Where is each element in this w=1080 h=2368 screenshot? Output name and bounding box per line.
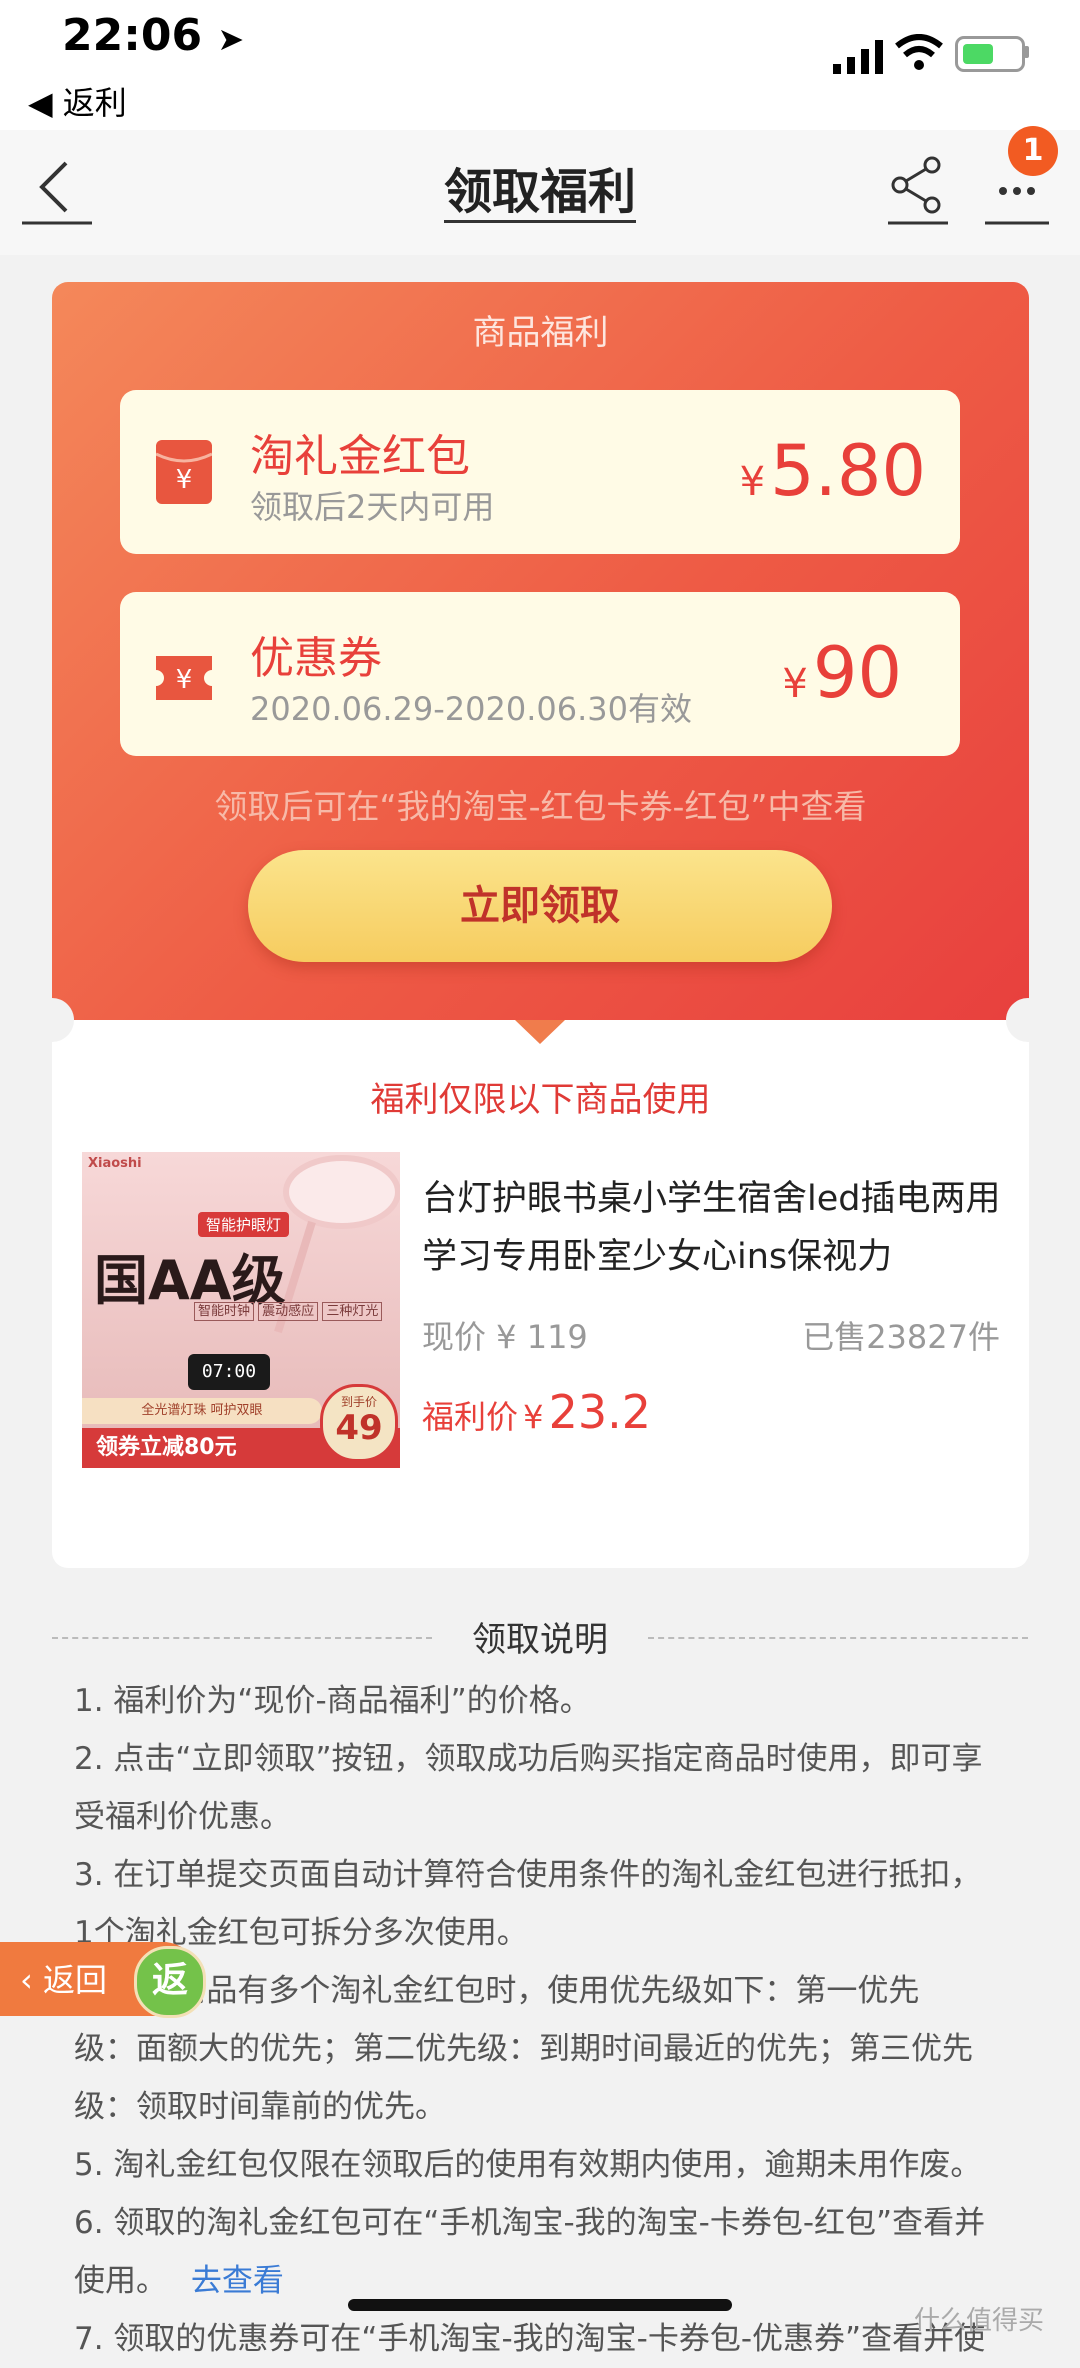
coupon-value: ¥ 90 bbox=[782, 632, 902, 714]
notification-badge: 1 bbox=[1008, 126, 1058, 176]
watermark: 什么值得买 bbox=[914, 2306, 1045, 2336]
card-notch-right bbox=[1006, 998, 1050, 1042]
sold-count: 已售23827件 bbox=[802, 1318, 1000, 1356]
claim-hint: 领取后可在“我的淘宝-红包卡券-红包”中查看 bbox=[214, 787, 867, 826]
coupon-name: 淘礼金红包 bbox=[250, 431, 470, 482]
product-image[interactable]: Xiaoshi 智能护眼灯 国AA级 智能时钟 震动感应 三种灯光 07:00 … bbox=[82, 1152, 400, 1468]
card-notch-left bbox=[30, 998, 74, 1042]
floating-return-label[interactable]: ‹ 返回 bbox=[20, 1955, 107, 2001]
bead-label: 全光谱灯珠 呵护双眼 bbox=[82, 1398, 322, 1424]
product-limit-text: 福利仅限以下商品使用 bbox=[370, 1080, 711, 1120]
product-tag: 智能护眼灯 bbox=[198, 1212, 290, 1237]
home-indicator bbox=[348, 2299, 732, 2311]
rebate-app-icon[interactable]: 返 bbox=[134, 1946, 206, 2018]
svg-text:¥: ¥ bbox=[176, 465, 193, 495]
instruction-line: 3. 在订单提交页面自动计算符合使用条件的淘礼金红包进行抵扣， bbox=[74, 1857, 982, 1893]
card-pointer bbox=[515, 1020, 565, 1044]
instruction-line: 级：面额大的优先；第二优先级：到期时间最近的优先；第三优先 bbox=[74, 2031, 973, 2067]
product-title[interactable]: 台灯护眼书桌小学生宿舍led插电两用学习专用卧室少女心ins保视力 bbox=[422, 1170, 1007, 1286]
welfare-price: 福利价 ¥ 23.2 bbox=[422, 1385, 651, 1439]
hand-price-seal: 到手价 49 bbox=[320, 1384, 398, 1462]
claim-now-button[interactable]: 立即领取 bbox=[248, 850, 832, 962]
instruction-line: 1. 福利价为“现价-商品福利”的价格。 bbox=[74, 1683, 591, 1719]
brand-logo: Xiaoshi bbox=[88, 1156, 142, 1171]
location-arrow-icon: ➤ bbox=[217, 20, 245, 58]
instruction-line: 7. 领取的优惠券可在“手机淘宝-我的淘宝-卡券包-优惠券”查看并使 bbox=[74, 2321, 986, 2357]
chevron-left-icon: ‹ bbox=[20, 1961, 33, 1999]
red-packet-coupon: ¥ 淘礼金红包 领取后2天内可用 ¥ 5.80 bbox=[120, 390, 960, 554]
instructions-title: 领取说明 bbox=[472, 1620, 608, 1660]
instruction-line: 4. 同一商品有多个淘礼金红包时，使用优先级如下：第一优先 bbox=[74, 1973, 920, 2009]
feature-list: 智能时钟 震动感应 三种灯光 bbox=[194, 1300, 383, 1321]
instruction-line: 2. 点击“立即领取”按钮，领取成功后购买指定商品时使用，即可享 bbox=[74, 1741, 983, 1777]
battery-tip bbox=[1024, 46, 1029, 58]
instruction-line: 5. 淘礼金红包仅限在领取后的使用有效期内使用，逾期未用作废。 bbox=[74, 2147, 982, 2183]
coupon-name: 优惠券 bbox=[250, 633, 382, 684]
share-icon[interactable] bbox=[888, 153, 948, 225]
instruction-line: 6. 领取的淘礼金红包可在“手机淘宝-我的淘宝-卡券包-红包”查看并 bbox=[74, 2205, 986, 2241]
discount-coupon: ¥ 优惠券 2020.06.29-2020.06.30有效 ¥ 90 bbox=[120, 592, 960, 756]
svg-text:¥: ¥ bbox=[176, 665, 193, 695]
current-price: 现价 ¥ 119 bbox=[422, 1318, 588, 1356]
back-to-app-link[interactable]: ◀ 返利 bbox=[28, 78, 127, 124]
red-packet-icon: ¥ bbox=[156, 440, 212, 504]
view-link[interactable]: 去查看 bbox=[191, 2263, 284, 2299]
instruction-line: 1个淘礼金红包可拆分多次使用。 bbox=[74, 1915, 528, 1951]
clock-display: 07:00 bbox=[188, 1354, 270, 1390]
coupon-validity: 领取后2天内可用 bbox=[250, 488, 495, 526]
coupon-validity: 2020.06.29-2020.06.30有效 bbox=[250, 690, 692, 728]
instruction-line: 受福利价优惠。 bbox=[74, 1799, 291, 1835]
coupon-value: ¥ 5.80 bbox=[739, 430, 926, 512]
battery-icon bbox=[955, 36, 1025, 72]
wifi-icon bbox=[895, 34, 943, 70]
coupon-ticket-icon: ¥ bbox=[156, 656, 212, 700]
status-time: 22:06 ➤ bbox=[62, 10, 245, 61]
instruction-line: 级：领取时间靠前的优先。 bbox=[74, 2089, 446, 2125]
cellular-signal-icon bbox=[833, 40, 883, 74]
welfare-section-title: 商品福利 bbox=[472, 313, 609, 353]
